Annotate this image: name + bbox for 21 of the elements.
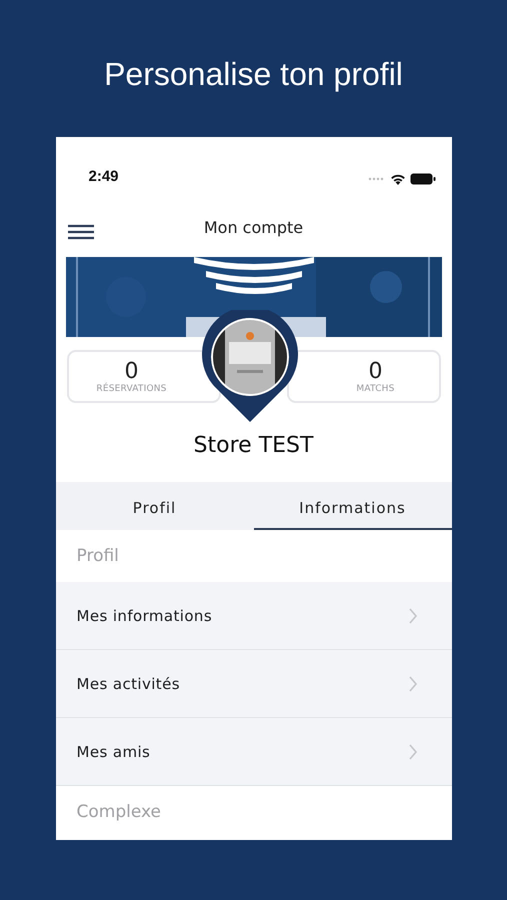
- stat-value: 0: [124, 360, 138, 384]
- menu-button[interactable]: [68, 223, 94, 241]
- menu-item[interactable]: Mes informations: [56, 582, 452, 650]
- menu-item[interactable]: Mes amis: [56, 718, 452, 786]
- chevron-icon: [408, 742, 418, 760]
- stat-label: MATCHS: [356, 384, 395, 394]
- section-header: Profil: [76, 546, 119, 566]
- status-time: 2:49: [88, 168, 119, 185]
- stat-value: 0: [368, 360, 382, 384]
- wifi-icon: [390, 173, 406, 185]
- tab[interactable]: Profil: [56, 482, 254, 530]
- chevron-icon: [408, 674, 418, 692]
- section-header: Complexe: [76, 802, 162, 822]
- headline: Personalise ton profil: [104, 56, 403, 94]
- profile-name: Store TEST: [194, 433, 314, 458]
- battery-icon: [410, 173, 436, 185]
- signal-icon: [368, 177, 386, 181]
- chevron-icon: [408, 606, 418, 624]
- page-title: Mon compte: [204, 218, 304, 236]
- menu-item[interactable]: Mes activités: [56, 650, 452, 718]
- stat-label: RÉSERVATIONS: [96, 384, 167, 394]
